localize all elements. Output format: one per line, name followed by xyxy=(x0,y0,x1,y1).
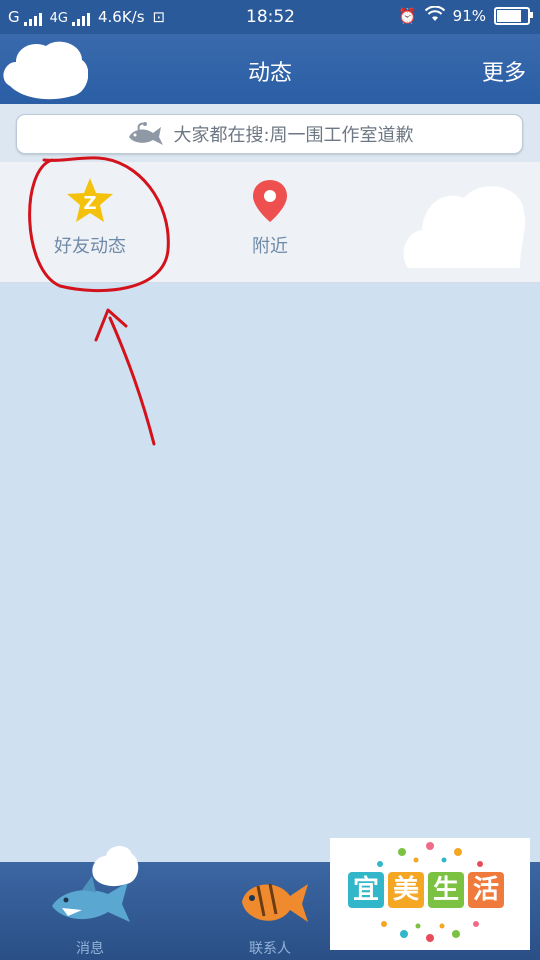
more-button[interactable]: 更多 xyxy=(482,55,526,87)
tab-label: 消息 xyxy=(76,941,104,957)
redaction-blob xyxy=(403,186,526,268)
location-pin-icon xyxy=(253,180,287,222)
watermark-text: 宜 美 生 活 xyxy=(348,872,504,908)
tab-contacts[interactable]: 联系人 xyxy=(210,870,330,958)
status-left: G 4G 4.6K/s ⊡ xyxy=(8,8,165,26)
entry-nearby[interactable]: 附近 xyxy=(200,176,340,258)
signal-icon-2 xyxy=(71,12,90,26)
wifi-icon xyxy=(424,5,445,26)
search-text: 大家都在搜:周一围工作室道歉 xyxy=(173,125,414,146)
entry-label: 附近 xyxy=(252,236,288,257)
alarm-icon: ⏰ xyxy=(397,7,417,25)
watermark-char: 宜 xyxy=(348,872,384,908)
network-4g: 4G xyxy=(49,11,68,26)
entry-label: 好友动态 xyxy=(54,236,126,257)
net-speed: 4.6K/s xyxy=(97,8,145,26)
carrier-g: G xyxy=(8,8,20,26)
tab-label: 联系人 xyxy=(249,941,291,957)
battery-percent: 91% xyxy=(452,7,486,25)
watermark-char: 活 xyxy=(468,872,504,908)
watermark-char: 美 xyxy=(388,872,424,908)
status-bar: G 4G 4.6K/s ⊡ 18:52 ⏰ 91% xyxy=(0,0,540,34)
search-bar[interactable]: 大家都在搜:周一围工作室道歉 xyxy=(16,114,523,154)
entry-friend-feed[interactable]: Z 好友动态 xyxy=(20,176,160,258)
clock: 18:52 xyxy=(246,7,295,27)
anglerfish-icon xyxy=(129,122,164,145)
watermark-logo: 宜 美 生 活 xyxy=(330,838,530,950)
battery-icon xyxy=(494,7,533,25)
signal-icon xyxy=(23,12,42,26)
screenshot-icon: ⊡ xyxy=(152,8,166,26)
header-bar: 动态 更多 xyxy=(0,34,540,104)
page-title: 动态 xyxy=(247,61,292,86)
battery-fill xyxy=(497,10,521,22)
star-z-icon: Z xyxy=(67,178,113,222)
watermark-char: 生 xyxy=(428,872,464,908)
fish-icon xyxy=(242,883,308,922)
redaction-blob xyxy=(92,845,139,887)
search-area: 大家都在搜:周一围工作室道歉 xyxy=(0,104,540,162)
svg-text:Z: Z xyxy=(83,193,96,214)
status-right: ⏰ 91% xyxy=(397,5,533,26)
